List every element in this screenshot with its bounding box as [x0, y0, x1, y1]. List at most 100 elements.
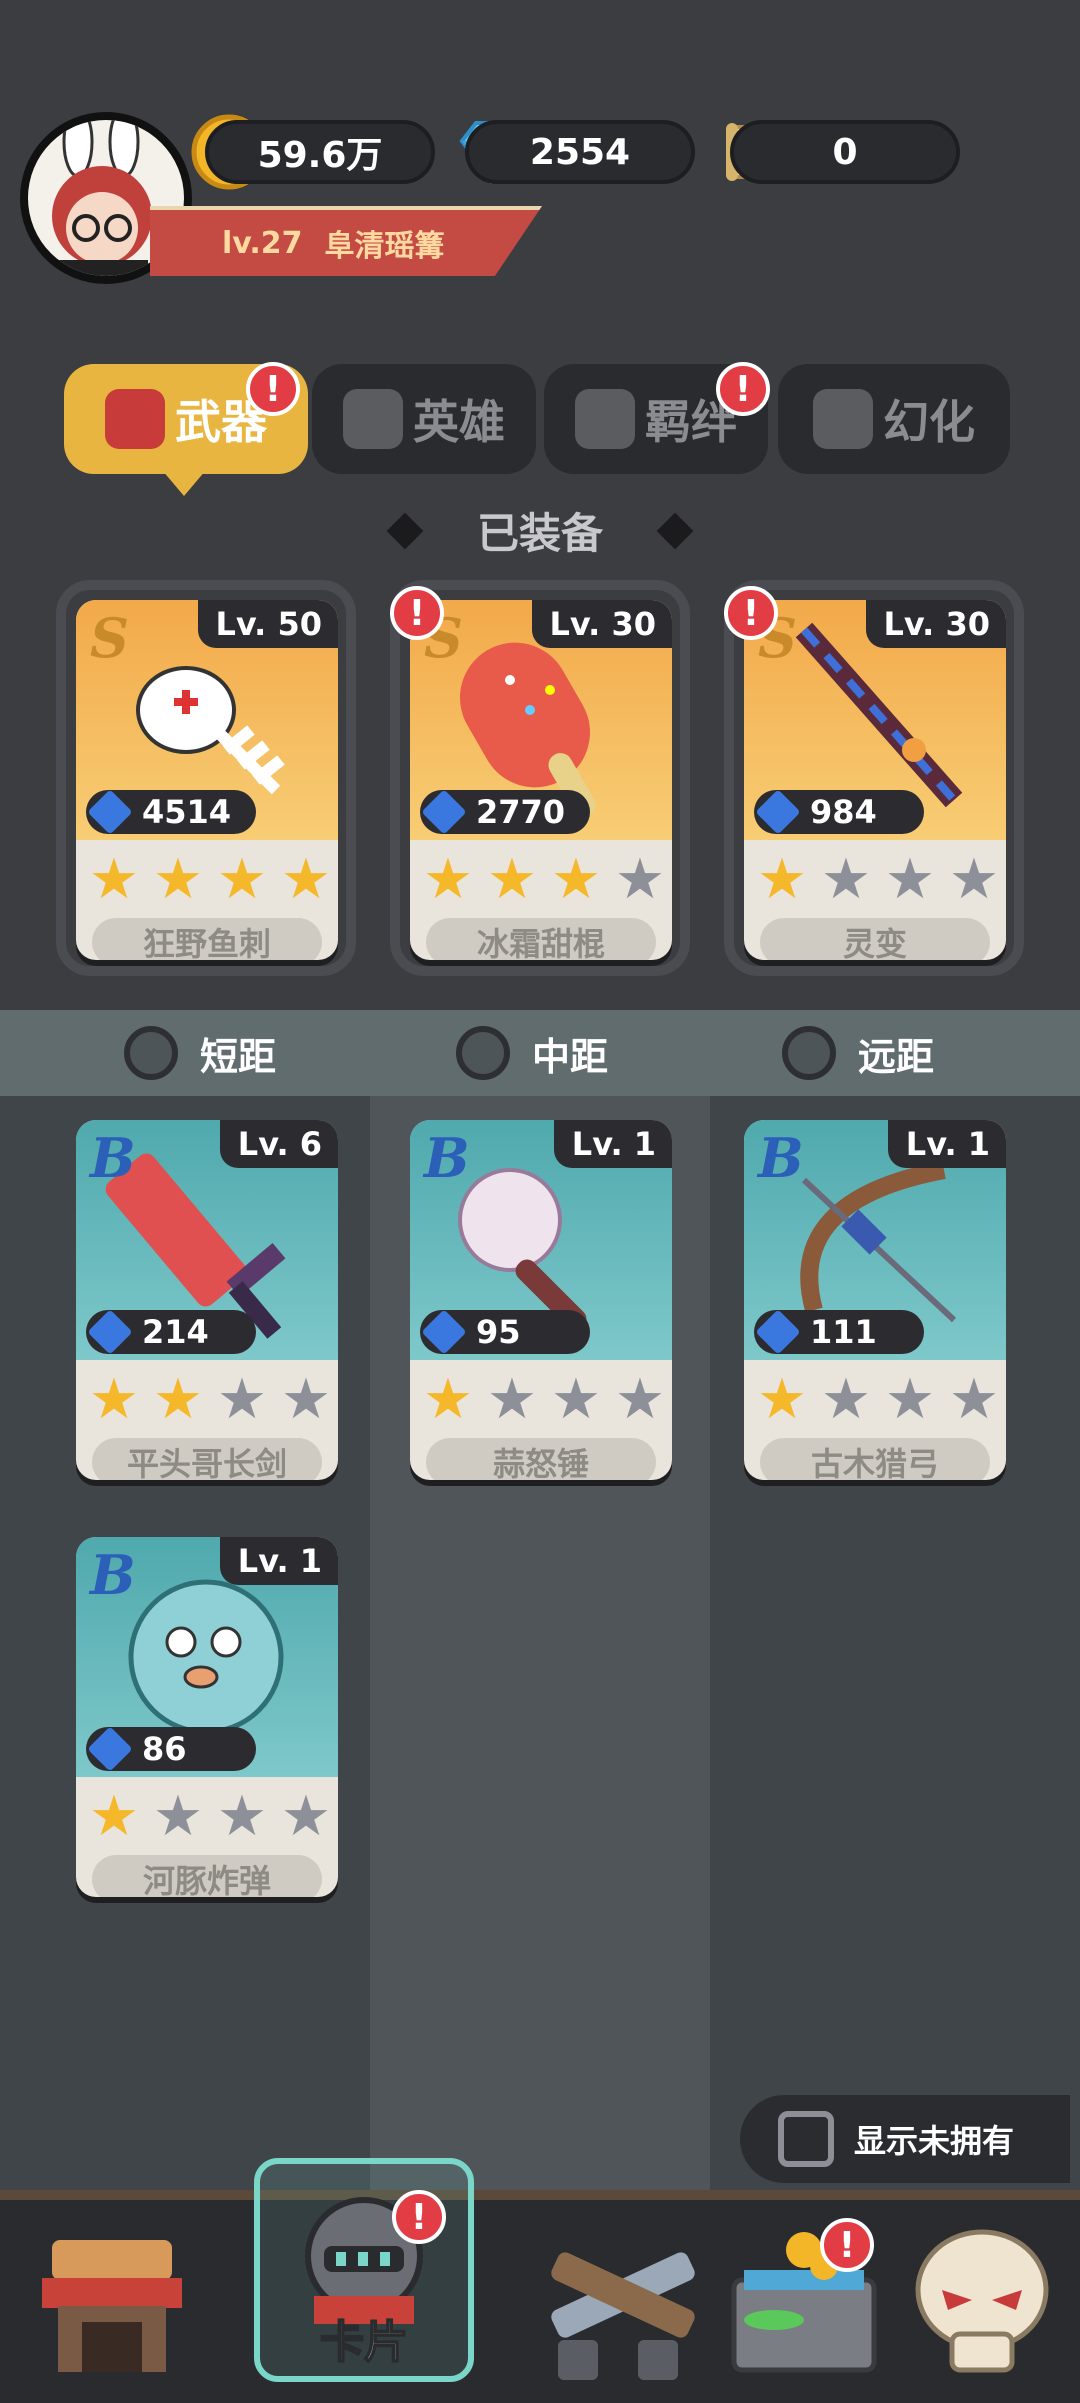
- star-icon: ★: [884, 1367, 936, 1432]
- range-label: 远距: [858, 1034, 935, 1079]
- nav-shop[interactable]: [22, 2210, 202, 2390]
- mid-range-icon: [456, 1026, 510, 1080]
- star-icon: ★: [820, 847, 872, 912]
- equipped-weapon-card[interactable]: S Lv. 30 2770 ★ ★ ★ ★ 冰霜甜棍: [410, 600, 672, 960]
- sword-icon: [87, 1309, 133, 1355]
- power-value: 86: [142, 1730, 187, 1768]
- star-rating: ★ ★ ★ ★: [754, 1372, 1002, 1428]
- nav-cards-label: 卡片: [319, 2316, 409, 2369]
- range-label: 短距: [200, 1034, 277, 1079]
- power-pill: 214: [86, 1309, 256, 1355]
- skull-icon: [915, 2229, 1049, 2373]
- tab-pointer: [162, 470, 206, 496]
- power-pill: 4514: [86, 789, 256, 835]
- star-icon: ★: [152, 847, 204, 912]
- coin-balance: 59.6万: [205, 120, 435, 184]
- power-pill: 86: [86, 1726, 256, 1772]
- star-icon: ★: [216, 1784, 268, 1849]
- nav-skull[interactable]: [892, 2210, 1072, 2390]
- star-rating: ★ ★ ★ ★: [420, 1372, 668, 1428]
- range-tab-mid[interactable]: 中距: [456, 1010, 608, 1096]
- star-rating: ★ ★ ★ ★: [420, 852, 668, 908]
- sword-icon: [755, 1309, 801, 1355]
- star-icon: ★: [280, 847, 332, 912]
- sword-icon: [421, 1309, 467, 1355]
- player-name: 阜清瑶篝: [324, 229, 445, 264]
- show-unowned-toggle[interactable]: 显示未拥有: [740, 2095, 1070, 2183]
- card-alert-badge: !: [724, 586, 778, 640]
- sword-icon: [421, 789, 467, 835]
- power-value: 4514: [142, 793, 232, 831]
- range-tab-short[interactable]: 短距: [124, 1010, 276, 1096]
- range-tab-long[interactable]: 远距: [782, 1010, 934, 1096]
- long-range-icon: [782, 1026, 836, 1080]
- player-level-ribbon[interactable]: lv.27 阜清瑶篝: [150, 206, 542, 276]
- star-icon: ★: [486, 1367, 538, 1432]
- star-icon: ★: [756, 847, 808, 912]
- bond-knot-icon: [575, 389, 635, 449]
- coin-count: 59.6万: [257, 135, 383, 176]
- sword-icon: [87, 1726, 133, 1772]
- shop-icon: [42, 2240, 182, 2372]
- weapon-level: Lv. 1: [553, 1120, 672, 1168]
- range-label: 中距: [532, 1034, 609, 1079]
- card-alert-badge: !: [390, 586, 444, 640]
- weapon-card[interactable]: B Lv. 1 86 ★ ★ ★ ★ 河豚炸弹: [76, 1537, 338, 1897]
- rarity-rank: B: [90, 1543, 136, 1607]
- equipped-weapon-card[interactable]: S Lv. 50 4514 ★ ★ ★ ★ 狂野鱼刺: [76, 600, 338, 960]
- star-icon: ★: [422, 1367, 474, 1432]
- star-icon: ★: [152, 1784, 204, 1849]
- scroll-balance: 0: [730, 120, 960, 184]
- nav-weapons-forge[interactable]: [528, 2210, 708, 2390]
- star-icon: ★: [550, 847, 602, 912]
- star-rating: ★ ★ ★ ★: [86, 1789, 334, 1845]
- power-pill: 2770: [420, 789, 590, 835]
- gem-count: 2554: [529, 131, 631, 173]
- star-icon: ★: [88, 847, 140, 912]
- weapon-level: Lv. 1: [887, 1120, 1006, 1168]
- tab-label: 幻化: [883, 395, 975, 449]
- skin-knot-icon: [813, 389, 873, 449]
- star-icon: ★: [280, 1367, 332, 1432]
- weapon-level: Lv. 30: [531, 600, 672, 648]
- show-unowned-checkbox[interactable]: [778, 2111, 834, 2167]
- star-icon: ★: [280, 1784, 332, 1849]
- rarity-rank: B: [424, 1126, 470, 1190]
- weapon-card[interactable]: B Lv. 6 214 ★ ★ ★ ★ 平头哥长剑: [76, 1120, 338, 1480]
- weapon-name: 河豚炸弹: [92, 1855, 322, 1897]
- weapon-name: 古木猎弓: [760, 1438, 990, 1480]
- power-value: 984: [810, 793, 877, 831]
- star-icon: ★: [756, 1367, 808, 1432]
- nav-cards-alert-badge: !: [392, 2190, 446, 2244]
- gem-balance: 2554: [465, 120, 695, 184]
- power-pill: 95: [420, 1309, 590, 1355]
- weapon-name: 灵变: [760, 918, 990, 960]
- sword-icon: [755, 789, 801, 835]
- player-level: lv.27: [222, 225, 303, 261]
- crossed-guns-icon: [551, 2252, 695, 2380]
- weapon-rack-icon: [105, 389, 165, 449]
- hero-helmet-icon: [343, 389, 403, 449]
- star-icon: ★: [216, 847, 268, 912]
- weapon-level: Lv. 50: [197, 600, 338, 648]
- rarity-rank: S: [90, 606, 129, 670]
- star-icon: ★: [422, 847, 474, 912]
- weapon-card[interactable]: B Lv. 1 111 ★ ★ ★ ★ 古木猎弓: [744, 1120, 1006, 1480]
- tab-heroes[interactable]: 英雄: [312, 364, 536, 474]
- power-value: 2770: [476, 793, 566, 831]
- power-pill: 984: [754, 789, 924, 835]
- equipped-weapon-card[interactable]: S Lv. 30 984 ★ ★ ★ ★ 灵变: [744, 600, 1006, 960]
- star-icon: ★: [884, 847, 936, 912]
- star-rating: ★ ★ ★ ★: [754, 852, 1002, 908]
- star-icon: ★: [88, 1784, 140, 1849]
- tab-weapons-alert-badge: !: [246, 362, 300, 416]
- weapon-name: 狂野鱼刺: [92, 918, 322, 960]
- star-icon: ★: [486, 847, 538, 912]
- weapon-name: 平头哥长剑: [92, 1438, 322, 1480]
- weapon-card[interactable]: B Lv. 1 95 ★ ★ ★ ★ 蒜怒锤: [410, 1120, 672, 1480]
- weapon-level: Lv. 30: [865, 600, 1006, 648]
- weapon-name: 蒜怒锤: [426, 1438, 656, 1480]
- rarity-rank: B: [758, 1126, 804, 1190]
- star-icon: ★: [88, 1367, 140, 1432]
- tab-skins[interactable]: 幻化: [778, 364, 1010, 474]
